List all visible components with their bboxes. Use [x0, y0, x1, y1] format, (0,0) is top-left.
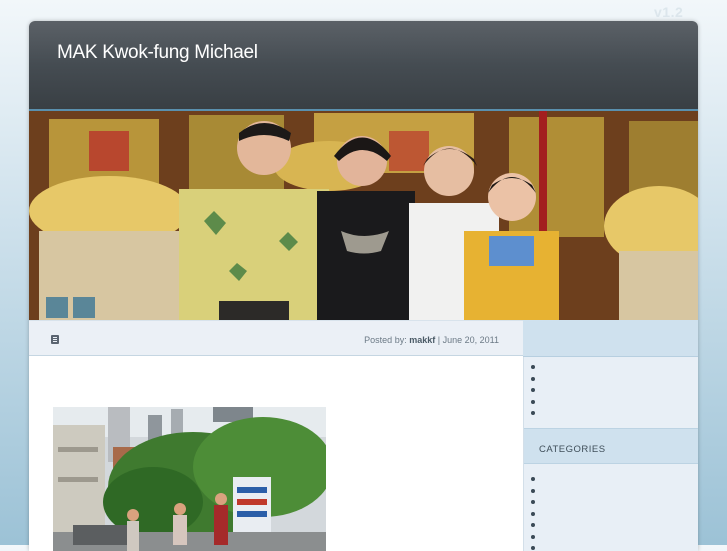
- slider-button-1[interactable]: [46, 297, 68, 318]
- sidebar: CATEGORIES: [523, 357, 698, 551]
- list-item-bullet[interactable]: [531, 411, 535, 415]
- family-photo-image: [29, 111, 698, 320]
- site-title[interactable]: MAK Kwok-fung Michael: [57, 42, 258, 64]
- posted-by-label: Posted by:: [364, 335, 407, 345]
- category-item-bullet[interactable]: [531, 534, 535, 539]
- category-item-bullet[interactable]: [531, 488, 535, 493]
- list-item-bullet[interactable]: [531, 365, 535, 369]
- banner-photo: [29, 111, 698, 320]
- street-scene-image: [53, 407, 326, 551]
- list-item-bullet[interactable]: [531, 376, 535, 381]
- site-header: MAK Kwok-fung Michael: [29, 21, 698, 111]
- categories-heading-label: CATEGORIES: [539, 444, 606, 455]
- post-format-icon[interactable]: [51, 335, 59, 344]
- post-meta: Posted by: makkf | June 20, 2011: [364, 335, 499, 345]
- slider-button-2[interactable]: [73, 297, 95, 318]
- category-item-bullet[interactable]: [531, 477, 535, 481]
- post-image[interactable]: [53, 407, 326, 551]
- sidebar-list: [531, 365, 535, 423]
- category-item-bullet[interactable]: [531, 511, 535, 516]
- page-container: MAK Kwok-fung Michael Posted by: makkf |…: [29, 21, 698, 551]
- sidebar-header-strip: [523, 320, 698, 357]
- categories-list: [531, 477, 535, 551]
- list-item-bullet[interactable]: [531, 399, 535, 404]
- category-item-bullet[interactable]: [531, 500, 535, 504]
- meta-separator: |: [437, 335, 441, 345]
- categories-heading: CATEGORIES: [524, 428, 698, 464]
- post-meta-bar: Posted by: makkf | June 20, 2011: [29, 320, 523, 356]
- version-label: v1.2: [654, 4, 684, 20]
- list-item-bullet[interactable]: [531, 388, 535, 392]
- content-top-band: Posted by: makkf | June 20, 2011: [29, 320, 698, 357]
- category-item-bullet[interactable]: [531, 546, 535, 550]
- post-date[interactable]: June 20, 2011: [443, 335, 499, 345]
- category-item-bullet[interactable]: [531, 523, 535, 527]
- post-author-link[interactable]: makkf: [409, 335, 435, 345]
